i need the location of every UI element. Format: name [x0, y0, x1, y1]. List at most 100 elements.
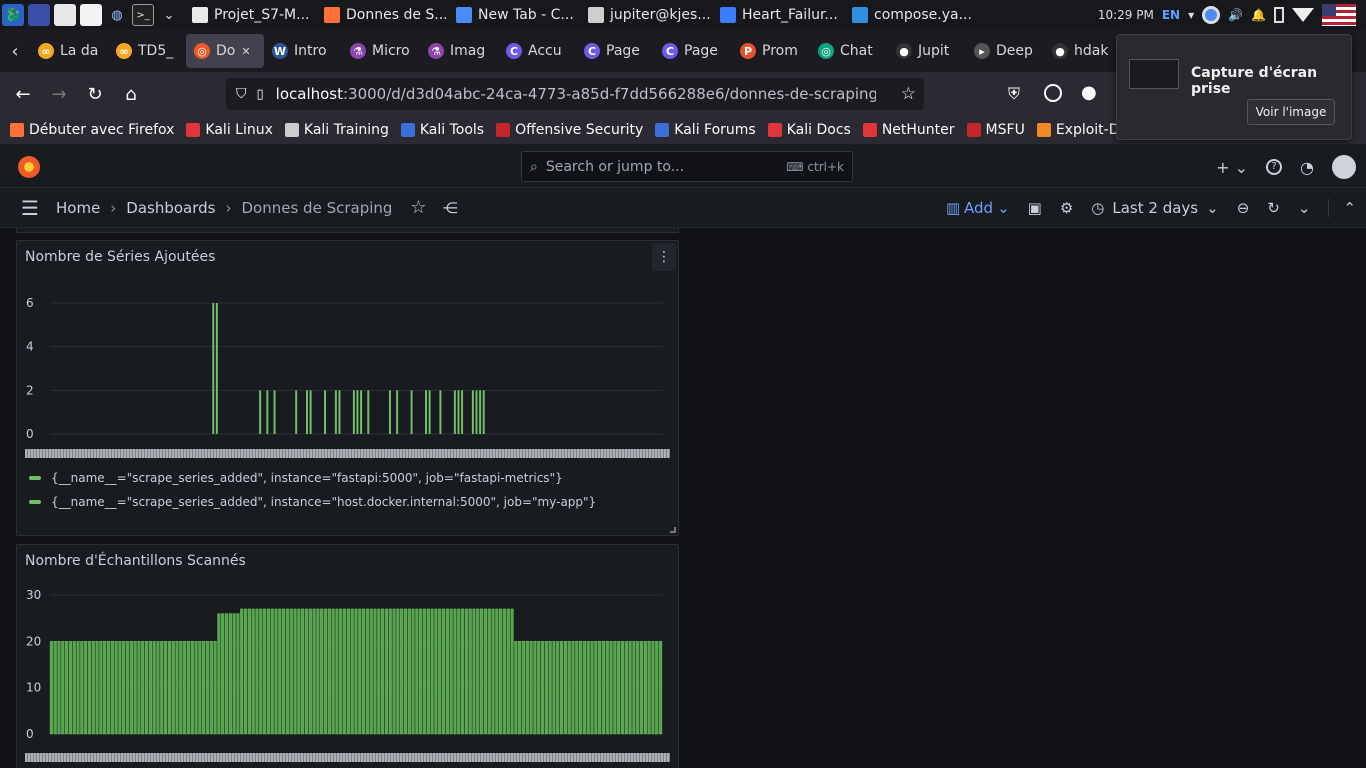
bar	[255, 608, 259, 735]
taskbar-window[interactable]: Donnes de S...	[318, 2, 446, 28]
grafana-logo-icon[interactable]	[18, 156, 40, 178]
tab-scroll-left-icon[interactable]: ‹	[0, 41, 30, 62]
legend-item[interactable]: {__name__="scrape_series_added", instanc…	[29, 495, 596, 509]
view-image-button[interactable]: Voir l'image	[1247, 99, 1335, 125]
settings-gear-icon[interactable]: ⚙	[1060, 199, 1073, 217]
url-bar[interactable]: ⛉ ▯ localhost:3000/d/d3d04abc-24ca-4773-…	[226, 78, 924, 110]
volume-icon[interactable]: 🔊	[1228, 8, 1243, 22]
wifi-icon[interactable]	[1292, 8, 1314, 22]
news-icon[interactable]: ◔	[1300, 158, 1314, 177]
back-icon[interactable]: ←	[6, 78, 40, 110]
new-icon[interactable]: + ⌄	[1216, 158, 1248, 177]
chrome-icon[interactable]	[1202, 6, 1221, 24]
extension-icon[interactable]	[1044, 84, 1062, 102]
series-added-chart[interactable]: 6 4 2 0	[17, 281, 680, 491]
bookmark-item[interactable]: Kali Linux	[186, 122, 273, 138]
network-icon[interactable]: ▾	[1188, 8, 1194, 22]
save-icon[interactable]: ▣	[1028, 199, 1042, 217]
browser-tab[interactable]: ∞ TD5_	[108, 34, 186, 68]
refresh-interval-chevron-icon[interactable]: ⌄	[1298, 199, 1311, 217]
avatar[interactable]	[1332, 155, 1356, 179]
bar	[221, 613, 225, 735]
bar	[295, 390, 298, 434]
breadcrumb-dashboards[interactable]: Dashboards	[126, 199, 215, 217]
bookmark-item[interactable]: MSFU	[966, 122, 1025, 138]
bookmark-item[interactable]: Kali Tools	[400, 122, 484, 138]
share-icon[interactable]: ⋲	[443, 199, 458, 217]
browser-tab[interactable]: W Intro	[264, 34, 342, 68]
browser-tab[interactable]: P Prom	[732, 34, 810, 68]
search-input[interactable]: ⌕ Search or jump to... ⌨ ctrl+k	[521, 151, 853, 182]
samples-scanned-chart[interactable]: 30 20 10 0	[17, 577, 680, 747]
keyboard-layout[interactable]: EN	[1162, 8, 1180, 22]
refresh-icon[interactable]: ↻	[1267, 199, 1280, 217]
bookmark-item[interactable]: Kali Forums	[655, 122, 756, 138]
bar	[171, 641, 175, 735]
battery-icon[interactable]	[1274, 7, 1284, 23]
bookmark-item[interactable]: Kali Training	[284, 122, 389, 138]
shield-icon[interactable]: ⛉	[236, 86, 247, 102]
browser-tab[interactable]: ⚗ Micro	[342, 34, 420, 68]
kali-menu-icon[interactable]: 🐉	[2, 4, 24, 26]
bar	[563, 641, 567, 735]
browser-tab[interactable]: ∞ La da	[30, 34, 108, 68]
bookmark-item[interactable]: Offensive Security	[496, 122, 643, 138]
browser-tab[interactable]: C Page	[654, 34, 732, 68]
taskbar-window[interactable]: Projet_S7-M...	[186, 2, 314, 28]
bar	[647, 641, 651, 735]
star-icon[interactable]: ☆	[410, 197, 426, 218]
screenshot-thumbnail[interactable]	[1129, 59, 1179, 89]
panel-series-added[interactable]: Nombre de Séries Ajoutées ⋮ 6 4 2 0 {__name…	[16, 240, 679, 536]
panel-menu-icon[interactable]: ⋮	[652, 243, 676, 271]
help-icon[interactable]: ?	[1266, 159, 1283, 175]
url-text[interactable]: localhost:3000/d/d3d04abc-24ca-4773-a85d…	[276, 85, 876, 103]
forward-icon[interactable]: →	[42, 78, 76, 110]
bookmark-item[interactable]: Débuter avec Firefox	[10, 122, 174, 138]
reload-icon[interactable]: ↻	[78, 78, 112, 110]
add-button[interactable]: ▥ Add ⌄	[946, 199, 1010, 217]
time-range-picker[interactable]: ◷ Last 2 days ⌄	[1091, 199, 1218, 217]
file-manager-icon[interactable]	[54, 4, 76, 26]
panel-samples-scanned[interactable]: Nombre d'Échantillons Scannés 30 20 10 0	[16, 544, 679, 768]
breadcrumb: Home › Dashboards › Donnes de Scraping ☆…	[56, 197, 458, 218]
bookmark-item[interactable]: NetHunter	[862, 122, 955, 138]
taskbar-window[interactable]: Heart_Failur...	[714, 2, 842, 28]
bar	[293, 608, 297, 735]
account-icon[interactable]: ●	[1081, 82, 1097, 103]
os-taskbar: 🐉 ◍ >_ ⌄ Projet_S7-M... Donnes de S... New…	[0, 0, 1366, 30]
legend-item[interactable]: {__name__="scrape_series_added", instanc…	[29, 471, 563, 485]
browser-tab[interactable]: C Accu	[498, 34, 576, 68]
taskbar-window[interactable]: compose.ya...	[846, 2, 974, 28]
browser-tab[interactable]: ● hdak	[1044, 34, 1122, 68]
breadcrumb-home[interactable]: Home	[56, 199, 100, 217]
close-tab-icon[interactable]: ✕	[241, 45, 250, 58]
screenshot-notification[interactable]: Capture d'écran prise Voir l'image	[1116, 34, 1352, 140]
pocket-icon[interactable]: ⛨	[1008, 84, 1020, 104]
collapse-icon[interactable]: ⌃	[1328, 199, 1356, 217]
browser-tab[interactable]: ◎ Chat	[810, 34, 888, 68]
flag-icon[interactable]	[1322, 4, 1356, 26]
home-icon[interactable]: ⌂	[114, 78, 148, 110]
browser-tab[interactable]: ▸ Deep	[966, 34, 1044, 68]
resize-handle-icon[interactable]	[670, 527, 676, 533]
clock[interactable]: 10:29 PM	[1098, 8, 1154, 22]
browser-tab[interactable]: C Page	[576, 34, 654, 68]
show-desktop-icon[interactable]	[28, 4, 50, 26]
y-tick-label: 20	[26, 634, 41, 648]
chevron-down-icon[interactable]: ⌄	[158, 4, 180, 26]
taskbar-window[interactable]: New Tab - C...	[450, 2, 578, 28]
bar	[327, 608, 331, 735]
bookmark-star-icon[interactable]: ☆	[901, 84, 916, 104]
zoom-out-icon[interactable]: ⊖	[1237, 199, 1250, 217]
browser-tab[interactable]: ● Jupit	[888, 34, 966, 68]
text-editor-icon[interactable]	[80, 4, 102, 26]
browser-icon[interactable]: ◍	[106, 4, 128, 26]
browser-tab[interactable]: ⚗ Imag	[420, 34, 498, 68]
browser-tab[interactable]: ◎ Do ✕	[186, 34, 264, 68]
bell-icon[interactable]: 🔔	[1251, 8, 1266, 22]
bookmark-item[interactable]: Kali Docs	[767, 122, 851, 138]
taskbar-window[interactable]: jupiter@kjes...	[582, 2, 710, 28]
terminal-icon[interactable]: >_	[132, 4, 154, 26]
bar	[141, 641, 145, 735]
menu-icon[interactable]: ☰	[10, 188, 50, 228]
